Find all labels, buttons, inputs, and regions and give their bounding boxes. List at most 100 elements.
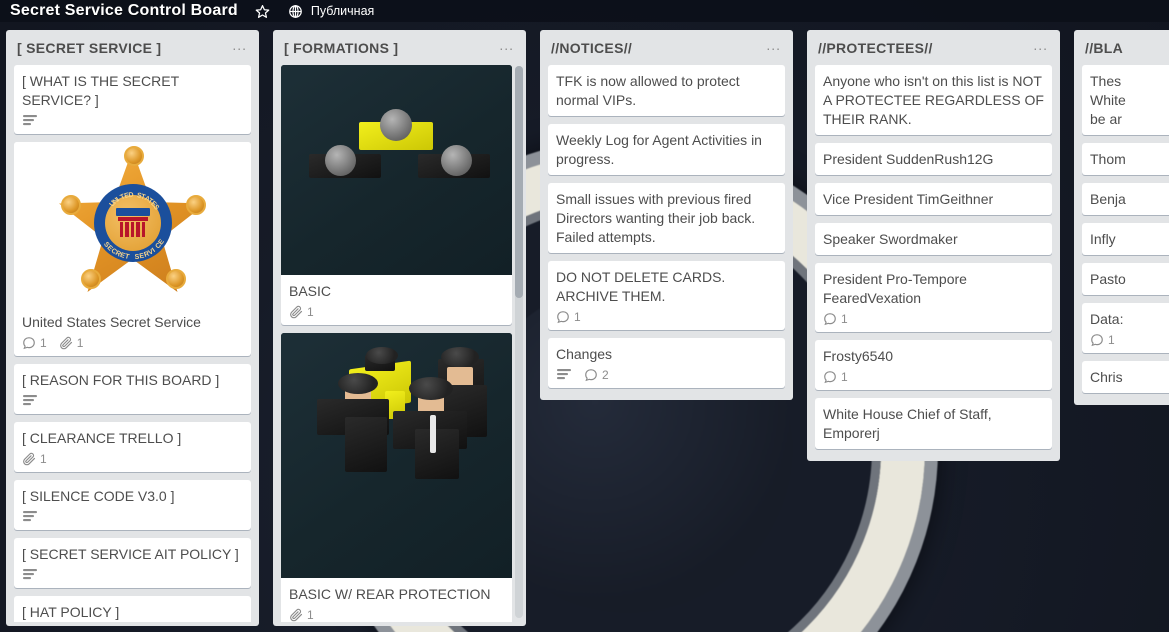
card[interactable]: Pasto (1082, 263, 1169, 295)
card[interactable]: President Pro-Tempore FearedVexation 1 (815, 263, 1052, 332)
card-badges (22, 510, 243, 524)
card[interactable]: Speaker Swordmaker (815, 223, 1052, 255)
card-title: Changes (556, 346, 613, 362)
list-title[interactable]: [ FORMATIONS ] (284, 40, 398, 56)
description-icon (22, 568, 38, 582)
card-title: President Pro-Tempore FearedVexation (823, 271, 967, 306)
attachment-icon: 1 (289, 305, 314, 319)
list-menu-icon[interactable]: ... (495, 38, 518, 55)
card[interactable]: Vice President TimGeithner (815, 183, 1052, 215)
card[interactable]: Small issues with previous fired Directo… (548, 183, 785, 253)
card[interactable]: Thes White be ar (1082, 65, 1169, 135)
card-title: [ WHAT IS THE SECRET SERVICE? ] (22, 73, 179, 108)
card[interactable]: White House Chief of Staff, Emporerj (815, 398, 1052, 449)
comment-count: 1 (574, 310, 581, 324)
card[interactable]: [ REASON FOR THIS BOARD ] (14, 364, 251, 414)
comment-icon: 1 (22, 336, 47, 350)
list-scrollbar[interactable] (515, 66, 523, 618)
list-title[interactable]: [ SECRET SERVICE ] (17, 40, 161, 56)
list-title[interactable]: //BLA (1085, 40, 1123, 56)
list-notices: //NOTICES// ... TFK is now allowed to pr… (540, 30, 793, 400)
list-menu-icon[interactable]: ... (762, 38, 785, 55)
attachment-icon: 1 (289, 608, 314, 622)
list-cards: Anyone who isn't on this list is NOT A P… (807, 65, 1060, 457)
list-menu-icon[interactable]: ... (1029, 38, 1052, 55)
attachment-count: 1 (307, 608, 314, 622)
card-badges: 1 (289, 305, 504, 319)
card-title: [ SECRET SERVICE AIT POLICY ] (22, 546, 239, 562)
list-title[interactable]: //PROTECTEES// (818, 40, 933, 56)
card-title: [ HAT POLICY ] (22, 604, 120, 620)
description-icon (556, 368, 572, 382)
card[interactable]: Data: 1 (1082, 303, 1169, 353)
card-title: Data: (1090, 311, 1124, 327)
card[interactable]: Weekly Log for Agent Activities in progr… (548, 124, 785, 175)
card-title: Vice President TimGeithner (823, 191, 994, 207)
card[interactable]: Infly (1082, 223, 1169, 255)
card[interactable]: [ SILENCE CODE V3.0 ] (14, 480, 251, 530)
card[interactable]: Anyone who isn't on this list is NOT A P… (815, 65, 1052, 135)
attachment-icon: 1 (22, 452, 47, 466)
card[interactable]: [ HAT POLICY ] (14, 596, 251, 622)
card[interactable]: Thom (1082, 143, 1169, 175)
card-cover-formation-basic (281, 65, 512, 275)
card-badges: 1 (289, 608, 504, 622)
board-canvas: [ SECRET SERVICE ] ... [ WHAT IS THE SEC… (0, 22, 1169, 632)
comment-icon: 2 (584, 368, 609, 382)
list-title[interactable]: //NOTICES// (551, 40, 632, 56)
list-header: //NOTICES// ... (540, 30, 793, 65)
card[interactable]: DO NOT DELETE CARDS. ARCHIVE THEM. 1 (548, 261, 785, 330)
card-title: Pasto (1090, 271, 1126, 287)
card-badges: 2 (556, 368, 777, 382)
card[interactable]: Changes 2 (548, 338, 785, 388)
list-cards: TFK is now allowed to protect normal VIP… (540, 65, 793, 396)
card-cover-usss-badge: UNITED STATESSECRET SERVICE (14, 142, 251, 306)
attachment-count: 1 (307, 305, 314, 319)
card-title: Small issues with previous fired Directo… (556, 191, 756, 245)
card-badges (22, 568, 243, 582)
card[interactable]: [ WHAT IS THE SECRET SERVICE? ] (14, 65, 251, 134)
list-header: [ SECRET SERVICE ] ... (6, 30, 259, 65)
card-title: Chris (1090, 369, 1123, 385)
list-formations: [ FORMATIONS ] ... BASIC 1 BASIC W/ REAR… (273, 30, 526, 626)
card[interactable]: President SuddenRush12G (815, 143, 1052, 175)
card-title: United States Secret Service (22, 314, 201, 330)
description-icon (22, 394, 38, 408)
card[interactable]: BASIC W/ REAR PROTECTION 1 (281, 333, 512, 622)
card-title: [ REASON FOR THIS BOARD ] (22, 372, 220, 388)
list-blacklist: //BLA Thes White be ar Thom Benja Infly … (1074, 30, 1169, 405)
attachment-count: 1 (40, 452, 47, 466)
card[interactable]: Frosty6540 1 (815, 340, 1052, 390)
description-icon (22, 510, 38, 524)
board-visibility-label[interactable]: Публичная (311, 4, 374, 18)
card-title: DO NOT DELETE CARDS. ARCHIVE THEM. (556, 269, 726, 304)
card-badges: 1 (1090, 333, 1169, 347)
card[interactable]: TFK is now allowed to protect normal VIP… (548, 65, 785, 116)
scrollbar-thumb[interactable] (515, 66, 523, 298)
comment-count: 2 (602, 368, 609, 382)
list-header: //PROTECTEES// ... (807, 30, 1060, 65)
comment-icon: 1 (1090, 333, 1115, 347)
list-protectees: //PROTECTEES// ... Anyone who isn't on t… (807, 30, 1060, 461)
card[interactable]: Chris (1082, 361, 1169, 393)
card[interactable]: Benja (1082, 183, 1169, 215)
globe-icon[interactable] (287, 3, 304, 20)
card[interactable]: [ SECRET SERVICE AIT POLICY ] (14, 538, 251, 588)
card[interactable]: BASIC 1 (281, 65, 512, 325)
card-title: TFK is now allowed to protect normal VIP… (556, 73, 740, 108)
card-title: Frosty6540 (823, 348, 894, 364)
card-title: Thom (1090, 151, 1126, 167)
card-title: BASIC (289, 283, 332, 299)
comment-icon: 1 (823, 312, 848, 326)
list-header: //BLA (1074, 30, 1169, 65)
card-badges: 1 (823, 312, 1044, 326)
card-title: Speaker Swordmaker (823, 231, 958, 247)
list-cards: BASIC 1 BASIC W/ REAR PROTECTION 1 (273, 65, 526, 622)
card-title: Anyone who isn't on this list is NOT A P… (823, 73, 1044, 127)
list-menu-icon[interactable]: ... (228, 38, 251, 55)
card-title: [ CLEARANCE TRELLO ] (22, 430, 182, 446)
card[interactable]: UNITED STATESSECRET SERVICE United State… (14, 142, 251, 356)
star-outline-icon[interactable] (254, 3, 271, 20)
card-badges (22, 114, 243, 128)
card[interactable]: [ CLEARANCE TRELLO ] 1 (14, 422, 251, 472)
